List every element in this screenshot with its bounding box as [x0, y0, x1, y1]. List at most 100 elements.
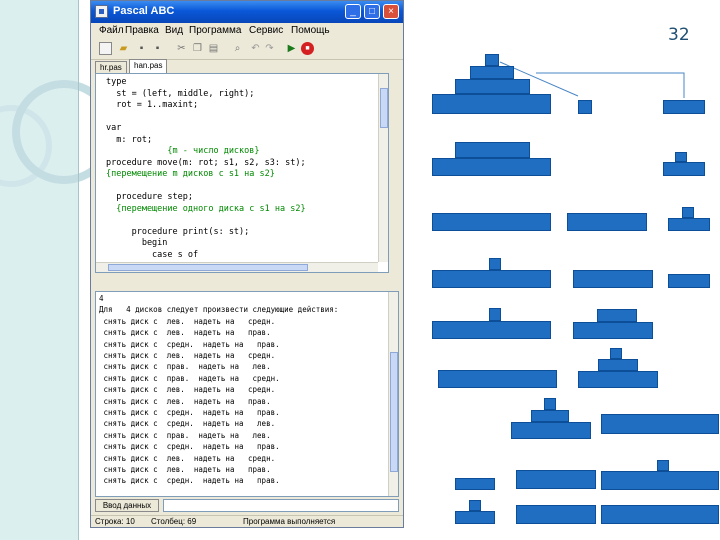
slide-number: 32 [668, 25, 690, 45]
scroll-thumb[interactable] [380, 88, 388, 128]
tab-hr[interactable]: hr.pas [95, 61, 127, 73]
maximize-button[interactable]: □ [364, 4, 380, 19]
code-comment-line: {m - число дисков} [106, 146, 260, 156]
stop-icon[interactable]: ■ [301, 42, 314, 55]
cut-icon[interactable]: ✂ [175, 42, 188, 55]
code-line: var [106, 123, 122, 133]
code-line: begin [106, 238, 168, 248]
output-line: снять диск с лев. надеть на средн. [99, 316, 276, 326]
menu-bar: Файл Правка Вид Программа Сервис Помощь [91, 23, 403, 39]
redo-icon[interactable]: ↷ [263, 42, 276, 55]
status-line: Строка: 10 [95, 517, 135, 526]
hanoi-disk [682, 207, 694, 218]
output-line: снять диск с средн. надеть на прав. [99, 339, 280, 349]
output-line: снять диск с лев. надеть на средн. [99, 351, 276, 360]
code-editor[interactable]: type st = (left, middle, right); rot = 1… [95, 73, 389, 273]
output-line: снять диск с средн. надеть на прав. [99, 408, 280, 417]
find-icon[interactable]: ⌕ [231, 42, 244, 55]
output-line: снять диск с лев. надеть на прав. [99, 465, 271, 474]
hanoi-disk [455, 79, 530, 94]
undo-icon[interactable]: ↶ [249, 42, 262, 55]
paste-icon[interactable]: ▤ [207, 42, 220, 55]
hanoi-disk [663, 100, 705, 114]
menu-help[interactable]: Помощь [291, 25, 330, 36]
status-bar: Строка: 10 Столбец: 69 Программа выполня… [91, 515, 403, 528]
hanoi-disk [516, 470, 596, 489]
code-line: case s of [106, 249, 199, 260]
menu-view[interactable]: Вид [165, 25, 183, 36]
copy-icon[interactable]: ❐ [191, 42, 204, 55]
toolbar: ▰ ▪ ▪ ✂ ❐ ▤ ⌕ ↶ ↷ ▶ ■ [91, 39, 403, 60]
save-icon[interactable]: ▪ [135, 42, 148, 55]
open-folder-icon[interactable]: ▰ [117, 42, 130, 55]
editor-vertical-scrollbar[interactable] [378, 74, 388, 262]
status-column: Столбец: 69 [151, 517, 197, 526]
hanoi-disk [489, 308, 501, 321]
file-tabs: hr.pas han.pas [91, 59, 403, 73]
hanoi-disk [544, 398, 556, 410]
hanoi-disk [516, 505, 596, 524]
hanoi-disk [469, 500, 481, 511]
hanoi-disk [668, 274, 710, 288]
hanoi-disk [578, 100, 592, 114]
menu-edit[interactable]: Правка [125, 25, 159, 36]
hanoi-disk [668, 218, 710, 231]
hanoi-disk [601, 471, 719, 490]
input-field[interactable] [163, 499, 399, 512]
hanoi-disk [438, 370, 557, 388]
input-data-button[interactable]: Ввод данных [95, 499, 159, 512]
hanoi-disk [675, 152, 687, 162]
hanoi-disk [432, 158, 551, 176]
code-line: st = (left, middle, right); [106, 88, 255, 99]
tab-han[interactable]: han.pas [129, 59, 168, 73]
hanoi-disk [663, 162, 705, 176]
input-row: Ввод данных [91, 499, 403, 513]
hanoi-disk [432, 321, 551, 339]
hanoi-disk [485, 54, 499, 66]
editor-horizontal-scrollbar[interactable] [96, 262, 378, 272]
app-icon [95, 5, 108, 18]
output-line: снять диск с прав. надеть на лев. [99, 362, 271, 372]
menu-service[interactable]: Сервис [249, 25, 283, 36]
code-line: procedure print(s: st); [106, 226, 250, 237]
output-window[interactable]: 4 Для 4 дисков следует произвести следующ… [95, 291, 399, 497]
hanoi-disk [567, 213, 647, 231]
output-line: снять диск с средн. надеть на прав. [99, 442, 280, 452]
title-bar[interactable]: Pascal ABC _ □ × [91, 1, 403, 23]
hanoi-disk [489, 258, 501, 270]
hanoi-disk [598, 359, 638, 371]
window-title: Pascal ABC [113, 5, 175, 17]
hanoi-disk [432, 213, 551, 231]
code-line: type [106, 77, 127, 87]
scroll-thumb[interactable] [390, 352, 398, 472]
output-line: снять диск с лев. надеть на средн. [99, 385, 276, 395]
pascal-abc-window: Pascal ABC _ □ × Файл Правка Вид Програм… [90, 0, 404, 528]
code-line: procedure move(m: rot; s1, s2, s3: st); [106, 157, 306, 168]
menu-file[interactable]: Файл [99, 25, 124, 36]
hanoi-disk [601, 505, 719, 524]
code-line: m: rot; [106, 134, 153, 145]
output-line: Для 4 дисков следует произвести следующи… [99, 305, 339, 315]
hanoi-disk [573, 322, 653, 339]
hanoi-disk [573, 270, 653, 288]
close-button[interactable]: × [383, 4, 399, 19]
menu-program[interactable]: Программа [189, 25, 241, 36]
minimize-button[interactable]: _ [345, 4, 361, 19]
scroll-thumb[interactable] [108, 264, 308, 271]
output-vertical-scrollbar[interactable] [388, 292, 398, 496]
hanoi-disk [601, 414, 719, 434]
output-line: снять диск с средн. надеть на лев. [99, 419, 276, 429]
status-state: Программа выполняется [243, 517, 336, 526]
new-file-icon[interactable] [99, 42, 112, 55]
hanoi-disk [610, 348, 622, 359]
output-line: снять диск с лев. надеть на прав. [99, 396, 271, 406]
hanoi-disk [432, 94, 551, 114]
hanoi-disk [455, 511, 495, 524]
run-icon[interactable]: ▶ [285, 42, 298, 55]
output-line: 4 [99, 294, 104, 303]
hanoi-disk [470, 66, 514, 79]
save-all-icon[interactable]: ▪ [151, 42, 164, 55]
hanoi-disk [511, 422, 591, 439]
hanoi-disk [455, 142, 530, 158]
output-line: снять диск с прав. надеть на лев. [99, 430, 271, 440]
